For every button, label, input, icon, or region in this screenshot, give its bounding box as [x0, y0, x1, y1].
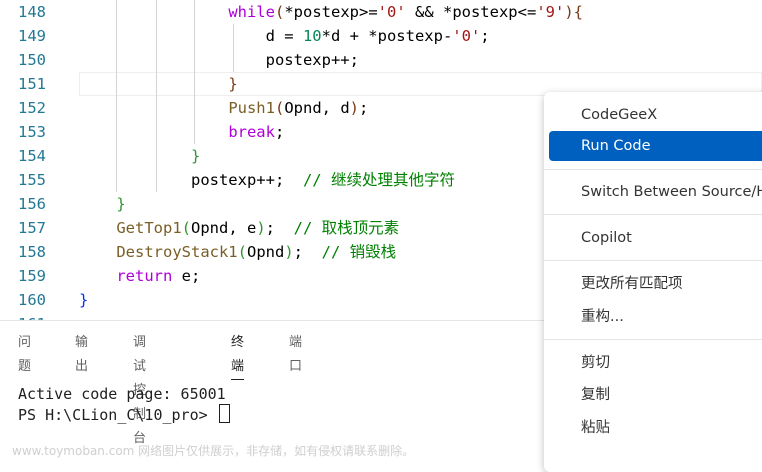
menu-item-copilot[interactable]: Copilot — [549, 223, 762, 253]
line-number: 155 — [18, 171, 46, 189]
menu-item-switch-source-header[interactable]: Switch Between Source/H — [549, 177, 762, 207]
code-text: } — [228, 75, 238, 93]
line-number: 160 — [18, 291, 46, 309]
menu-item-refactor[interactable]: 重构... — [549, 302, 762, 332]
code-text: postexp++; // 继续处理其他字符 — [190, 171, 455, 189]
watermark: www.toymoban.com 网络图片仅供展示，非存储，如有侵权请联系删除。 — [12, 444, 415, 458]
code-line[interactable]: 148 while(*postexp>='0' && *postexp<='9'… — [0, 0, 762, 24]
code-text: } — [116, 195, 126, 213]
context-menu: CodeGeeX Run Code Switch Between Source/… — [544, 92, 762, 472]
menu-item-change-all-occurrences[interactable]: 更改所有匹配项 — [549, 269, 762, 299]
line-number: 149 — [18, 27, 46, 45]
code-text: d = 10*d + *postexp-'0'; — [265, 27, 490, 45]
line-number: 159 — [18, 267, 46, 285]
line-number: 148 — [18, 3, 46, 21]
code-text: GetTop1(Opnd, e); // 取栈顶元素 — [116, 219, 400, 237]
menu-separator — [544, 214, 762, 215]
line-number: 158 — [18, 243, 46, 261]
menu-separator — [544, 260, 762, 261]
code-text: Push1(Opnd, d); — [228, 99, 369, 117]
menu-separator — [544, 339, 762, 340]
tab-problems[interactable]: 问题 — [18, 331, 31, 379]
tab-terminal[interactable]: 终端 — [231, 331, 245, 380]
menu-item-copy[interactable]: 复制 — [549, 380, 762, 410]
line-number: 157 — [18, 219, 46, 237]
menu-item-paste[interactable]: 粘贴 — [549, 413, 762, 443]
code-text: postexp++; — [265, 51, 359, 69]
code-line[interactable]: 150 postexp++; — [0, 48, 762, 72]
code-text: return e; — [116, 267, 201, 285]
terminal-output-line: Active code page: 65001 — [18, 385, 226, 403]
line-number: 156 — [18, 195, 46, 213]
line-number: 150 — [18, 51, 46, 69]
line-number: 151 — [18, 75, 46, 93]
terminal-prompt-line[interactable]: PS H:\CLion_C\10_pro> — [18, 404, 230, 425]
code-text: } — [79, 291, 89, 309]
line-number: 154 — [18, 147, 46, 165]
line-number: 161 — [0, 312, 46, 320]
tab-output[interactable]: 输出 — [75, 331, 88, 379]
terminal-cursor — [218, 404, 230, 423]
tab-ports[interactable]: 端口 — [289, 331, 302, 379]
line-number: 153 — [18, 123, 46, 141]
terminal-prompt: PS H:\CLion_C\10_pro> — [18, 406, 217, 424]
code-text: while(*postexp>='0' && *postexp<='9'){ — [228, 3, 583, 21]
line-number: 152 — [18, 99, 46, 117]
code-text: break; — [228, 123, 285, 141]
menu-item-run-code[interactable]: Run Code — [549, 131, 762, 161]
menu-separator — [544, 169, 762, 170]
code-line[interactable]: 149 d = 10*d + *postexp-'0'; — [0, 24, 762, 48]
code-text: } — [190, 147, 201, 165]
code-text: DestroyStack1(Opnd); // 销毁栈 — [116, 243, 397, 261]
menu-item-codegeex[interactable]: CodeGeeX — [549, 100, 762, 130]
menu-item-cut[interactable]: 剪切 — [549, 348, 762, 378]
